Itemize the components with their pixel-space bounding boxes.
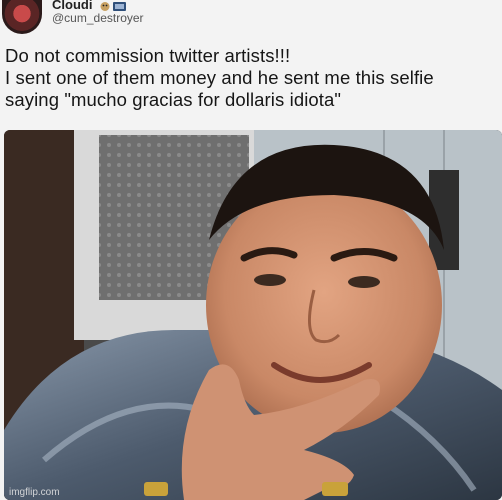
avatar[interactable] [2, 0, 42, 34]
tweet-text: Do not commission twitter artists!!! I s… [5, 45, 500, 111]
user-handle[interactable]: @cum_destroyer [52, 11, 144, 25]
tweet-header: Cloudi @cum_destroyer [0, 0, 502, 36]
tweet-text-line: Do not commission twitter artists!!! [5, 45, 291, 66]
tweet-text-line: saying "mucho gracias for dollaris idiot… [5, 89, 342, 110]
emoji-badge-icon [100, 0, 128, 11]
watermark: imgflip.com [9, 487, 60, 498]
tweet-text-line: I sent one of them money and he sent me … [5, 67, 434, 88]
selfie-photo[interactable]: imgflip.com [4, 130, 502, 500]
